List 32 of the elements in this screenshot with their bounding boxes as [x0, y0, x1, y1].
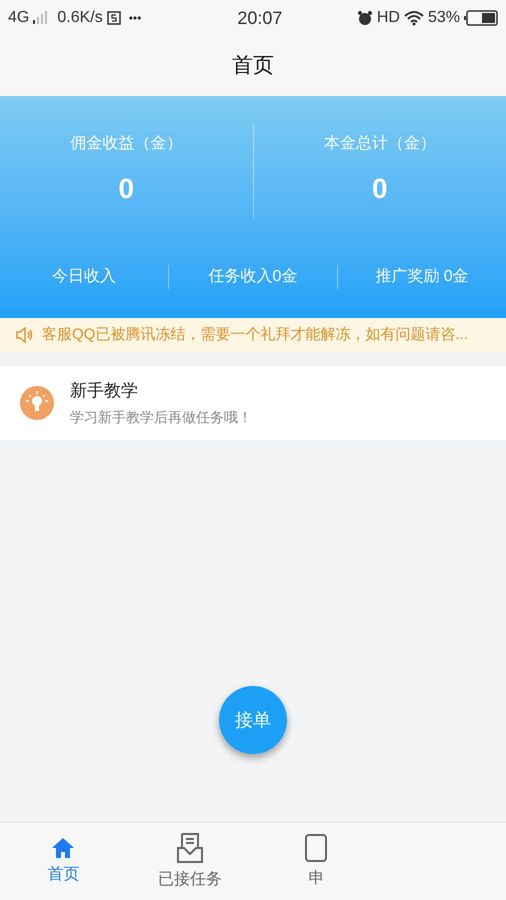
home-icon [51, 836, 76, 858]
summary-label: 推广奖励 0金 [375, 266, 469, 287]
clock-time: 20:07 [237, 6, 282, 30]
inbox-icon [176, 832, 204, 864]
stat-label: 本金总计（金） [324, 134, 436, 154]
alarm-icon [356, 10, 373, 26]
page-title: 首页 [232, 53, 274, 80]
summary-label: 任务收入0金 [208, 266, 298, 287]
battery-icon [464, 10, 498, 26]
tab-item[interactable]: 首页 [0, 823, 126, 900]
tab-item[interactable]: 申 [253, 823, 380, 900]
tutorial-card[interactable]: 新手教学 学习新手教学后再做任务哦！ [0, 366, 506, 440]
network-speed: 0.6K/s [57, 8, 103, 28]
wifi-icon [404, 10, 424, 26]
lightbulb-icon [20, 386, 54, 420]
stat-value: 0 [118, 172, 134, 206]
battery-percent: 53% [428, 8, 460, 28]
summary-label: 今日收入 [52, 266, 116, 287]
app-icon [106, 11, 121, 25]
speaker-icon [16, 327, 34, 343]
stat-label: 佣金收益（金） [70, 134, 182, 154]
tab-item[interactable]: 已接任务 [126, 823, 253, 900]
tutorial-title: 新手教学 [70, 380, 139, 402]
accept-order-button[interactable]: 接单 [219, 686, 287, 754]
tutorial-subtitle: 学习新手教学后再做任务哦！ [70, 408, 252, 428]
document-icon [304, 832, 328, 862]
stat-value: 0 [372, 172, 388, 206]
network-label: 4G [8, 8, 30, 28]
notice-text: 客服QQ已被腾讯冻结，需要一个礼拜才能解冻，如有问题请咨... [42, 324, 468, 345]
hd-label: HD [376, 8, 400, 28]
signal-icon [33, 11, 50, 25]
more-icon: ••• [128, 9, 142, 27]
